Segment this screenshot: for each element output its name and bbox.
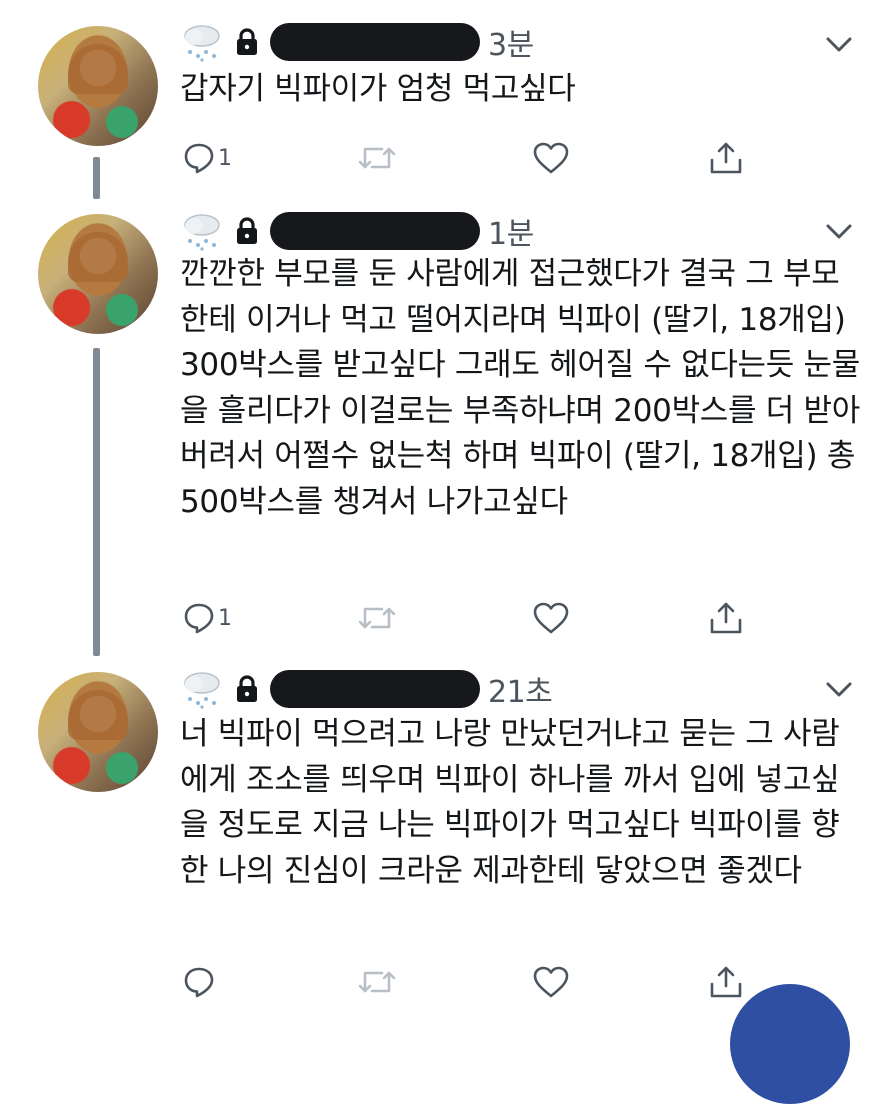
share-icon (708, 600, 744, 636)
tweet-header: 21초 (180, 667, 553, 711)
share-icon (708, 964, 744, 1000)
heart-icon (532, 141, 570, 175)
reply-icon (182, 965, 216, 999)
reply-count: 1 (218, 145, 232, 171)
like-button[interactable] (532, 962, 570, 1002)
tweet-header: 3분 (180, 20, 534, 64)
tweet[interactable]: 21초 너 빅파이 먹으려고 나랑 만났던거냐고 묻는 그 사람에게 조소를 띄… (0, 660, 885, 1024)
retweet-icon (358, 141, 396, 175)
snow-cloud-icon (180, 669, 224, 709)
snow-cloud-icon (180, 22, 224, 62)
retweet-icon (358, 601, 396, 635)
chevron-down-icon[interactable] (825, 223, 853, 241)
reply-icon (182, 601, 216, 635)
tweet-timestamp[interactable]: 1분 (488, 209, 534, 253)
tweet-actions: 1 (180, 138, 820, 178)
retweet-button[interactable] (358, 962, 396, 1002)
tweet-text: 너 빅파이 먹으려고 나랑 만났던거냐고 묻는 그 사람에게 조소를 띄우며 빅… (180, 716, 840, 889)
lock-icon (234, 27, 260, 57)
reply-button[interactable] (182, 962, 218, 1002)
share-button[interactable] (708, 962, 744, 1002)
tweet[interactable]: 3분 갑자기 빅파이가 엄청 먹고싶다 1 (0, 0, 885, 190)
heart-icon (532, 965, 570, 999)
tweet[interactable]: 1분 깐깐한 부모를 둔 사람에게 접근했다가 결국 그 부모한테 이거나 먹고… (0, 190, 885, 660)
reply-icon (182, 141, 216, 175)
share-icon (708, 140, 744, 176)
share-button[interactable] (708, 598, 744, 638)
snow-cloud-icon (180, 211, 224, 251)
reply-button[interactable]: 1 (182, 138, 232, 178)
retweet-icon (358, 965, 396, 999)
tweet-actions: 1 (180, 598, 820, 638)
share-button[interactable] (708, 138, 744, 178)
tweet-text: 갑자기 빅파이가 엄청 먹고싶다 (180, 71, 576, 107)
like-button[interactable] (532, 138, 570, 178)
avatar[interactable] (38, 26, 158, 146)
redacted-username[interactable] (270, 212, 480, 250)
redacted-username[interactable] (270, 23, 480, 61)
reply-count: 1 (218, 605, 232, 631)
redacted-username[interactable] (270, 670, 480, 708)
like-button[interactable] (532, 598, 570, 638)
tweet-text: 깐깐한 부모를 둔 사람에게 접근했다가 결국 그 부모한테 이거나 먹고 떨어… (180, 256, 865, 520)
chevron-down-icon[interactable] (825, 681, 853, 699)
lock-icon (234, 216, 260, 246)
avatar[interactable] (38, 214, 158, 334)
tweet-header: 1분 (180, 209, 534, 253)
reply-button[interactable]: 1 (182, 598, 232, 638)
chevron-down-icon[interactable] (825, 36, 853, 54)
retweet-button[interactable] (358, 138, 396, 178)
heart-icon (532, 601, 570, 635)
avatar[interactable] (38, 672, 158, 792)
lock-icon (234, 674, 260, 704)
tweet-timestamp[interactable]: 3분 (488, 20, 534, 64)
tweet-actions (180, 962, 820, 1002)
retweet-button[interactable] (358, 598, 396, 638)
tweet-timestamp[interactable]: 21초 (488, 667, 553, 711)
compose-tweet-button[interactable] (730, 984, 850, 1104)
